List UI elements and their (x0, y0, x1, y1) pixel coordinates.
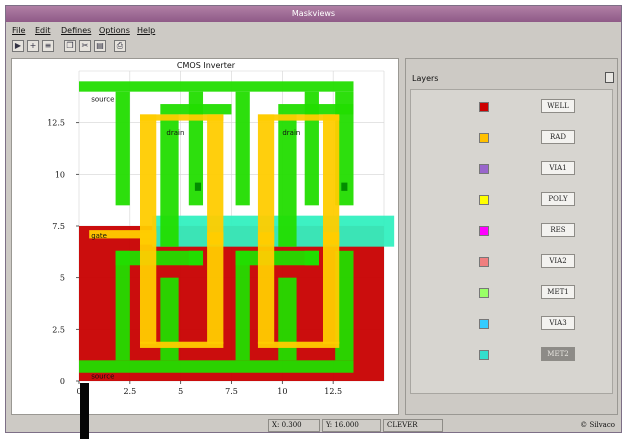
layer-row-via2: VIA2 (411, 249, 612, 279)
layer-button-met2[interactable]: MET2 (541, 347, 575, 361)
layer-button-poly[interactable]: POLY (541, 192, 575, 206)
layer-button-well[interactable]: WELL (541, 99, 575, 113)
layout-shape-poly (140, 341, 224, 348)
title-bar: Maskviews (6, 6, 621, 22)
collapse-button[interactable] (605, 72, 614, 83)
y-tick-label: 0 (60, 377, 65, 386)
status-credit: © Silvaco (580, 421, 615, 429)
layout-shape-poly (140, 114, 224, 121)
copy-icon[interactable]: ❐ (64, 40, 76, 52)
layout-shape-poly (257, 114, 275, 245)
layer-swatch-via2[interactable] (479, 257, 489, 267)
layer-row-met2: MET2 (411, 342, 612, 372)
layout-shape-poly (257, 232, 275, 344)
cut-icon[interactable]: ✂ (79, 40, 91, 52)
y-tick-label: 12.5 (47, 119, 65, 128)
text-cursor-marker (80, 383, 89, 439)
layer-button-via2[interactable]: VIA2 (541, 254, 575, 268)
layout-canvas[interactable]: 0 2.5 5 7.5 10 12.502.557.51012.5sourcedrain d… (12, 59, 400, 416)
x-tick-label: 2.5 (123, 387, 136, 396)
layer-swatch-well[interactable] (479, 102, 489, 112)
x-tick-label: 7.5 (225, 387, 238, 396)
layout-shape-poly (140, 114, 157, 245)
layer-row-via3: VIA3 (411, 311, 612, 341)
y-tick-label: 2.5 (52, 325, 65, 334)
layer-row-via1: VIA1 (411, 156, 612, 186)
menu-options[interactable]: Options (99, 26, 130, 35)
layout-label: source (91, 373, 114, 381)
x-tick-label: 12.5 (324, 387, 342, 396)
status-x: X: 0.300 (268, 419, 320, 432)
status-y: Y: 16.000 (322, 419, 381, 432)
layout-shape-poly (207, 232, 224, 344)
y-tick-label: 10 (55, 170, 65, 179)
layout-label: drain (282, 129, 300, 137)
layer-row-well: WELL (411, 94, 612, 124)
open-icon[interactable]: ▶ (12, 40, 24, 52)
menu-bar: File Edit Defines Options Help (6, 24, 621, 38)
layout-shape-met1 (115, 250, 204, 266)
layout-shape-met1 (160, 104, 232, 115)
layer-button-via3[interactable]: VIA3 (541, 316, 575, 330)
layout-shape-met1 (79, 81, 354, 92)
layer-button-rad[interactable]: RAD (541, 130, 575, 144)
zoom-in-icon[interactable]: + (27, 40, 39, 52)
menu-defines[interactable]: Defines (61, 26, 91, 35)
paste-icon[interactable]: ▤ (94, 40, 106, 52)
layout-shape-met1 (115, 250, 130, 361)
layer-button-res[interactable]: RES (541, 223, 575, 237)
layout-label: drain (166, 129, 184, 137)
x-tick-label: 5 (178, 387, 183, 396)
layer-button-met1[interactable]: MET1 (541, 285, 575, 299)
layer-button-via1[interactable]: VIA1 (541, 161, 575, 175)
status-bar: X: 0.300 Y: 16.000 CLEVER © Silvaco (6, 419, 621, 432)
layer-row-met1: MET1 (411, 280, 612, 310)
layer-swatch-met1[interactable] (479, 288, 489, 298)
layout-label: source (91, 96, 114, 104)
layout-shape-met1 (278, 104, 354, 115)
menu-help[interactable]: Help (137, 26, 155, 35)
layout-shape-met1 (235, 250, 319, 266)
x-tick-label: 10 (277, 387, 287, 396)
layout-shape-poly (207, 114, 224, 245)
layers-title: Layers (412, 74, 439, 83)
layout-shape-poly (140, 232, 157, 344)
layer-swatch-met2[interactable] (479, 350, 489, 360)
layer-row-res: RES (411, 218, 612, 248)
menu-file[interactable]: File (12, 26, 25, 35)
layers-list: WELL RAD VIA1 POLY RES VIA2 MET1 VIA3 MET2 (410, 89, 613, 394)
menu-edit[interactable]: Edit (35, 26, 51, 35)
y-tick-label: 5 (60, 274, 65, 283)
toolbar: ▶ + ≡ ❐ ✂ ▤ ⎙ (6, 39, 621, 55)
plot-title: CMOS Inverter (176, 61, 236, 70)
layer-swatch-res[interactable] (479, 226, 489, 236)
layer-row-poly: POLY (411, 187, 612, 217)
layout-shape-met1 (235, 91, 250, 206)
window-title: Maskviews (291, 9, 336, 18)
layer-swatch-via3[interactable] (479, 319, 489, 329)
layout-label: gate (91, 232, 107, 240)
layer-row-rad: RAD (411, 125, 612, 155)
layout-shape-via1 (194, 182, 201, 191)
layout-shape-met1 (115, 91, 130, 206)
main-window: Maskviews File Edit Defines Options Help… (5, 5, 622, 433)
layer-swatch-rad[interactable] (479, 133, 489, 143)
y-tick-label: 7.5 (52, 222, 65, 231)
status-mode: CLEVER (383, 419, 443, 432)
layers-panel: Layers WELL RAD VIA1 POLY RES VIA2 MET1 VIA3 MET… (405, 58, 618, 415)
layout-shape-poly (257, 341, 340, 348)
layout-shape-poly (323, 232, 340, 344)
layer-swatch-via1[interactable] (479, 164, 489, 174)
layout-plot-panel: CMOS Inverter 0 2.5 5 7.5 10 12.5 0 2.5 5 7.5 10 12… (11, 58, 399, 415)
print-icon[interactable]: ⎙ (114, 40, 126, 52)
layout-shape-poly (323, 114, 340, 245)
layer-swatch-poly[interactable] (479, 195, 489, 205)
layout-shape-poly (257, 114, 340, 121)
layers-icon[interactable]: ≡ (42, 40, 54, 52)
layout-shape-met1 (235, 250, 250, 361)
layout-shape-met1 (79, 360, 354, 373)
layout-shape-via1 (341, 182, 348, 191)
